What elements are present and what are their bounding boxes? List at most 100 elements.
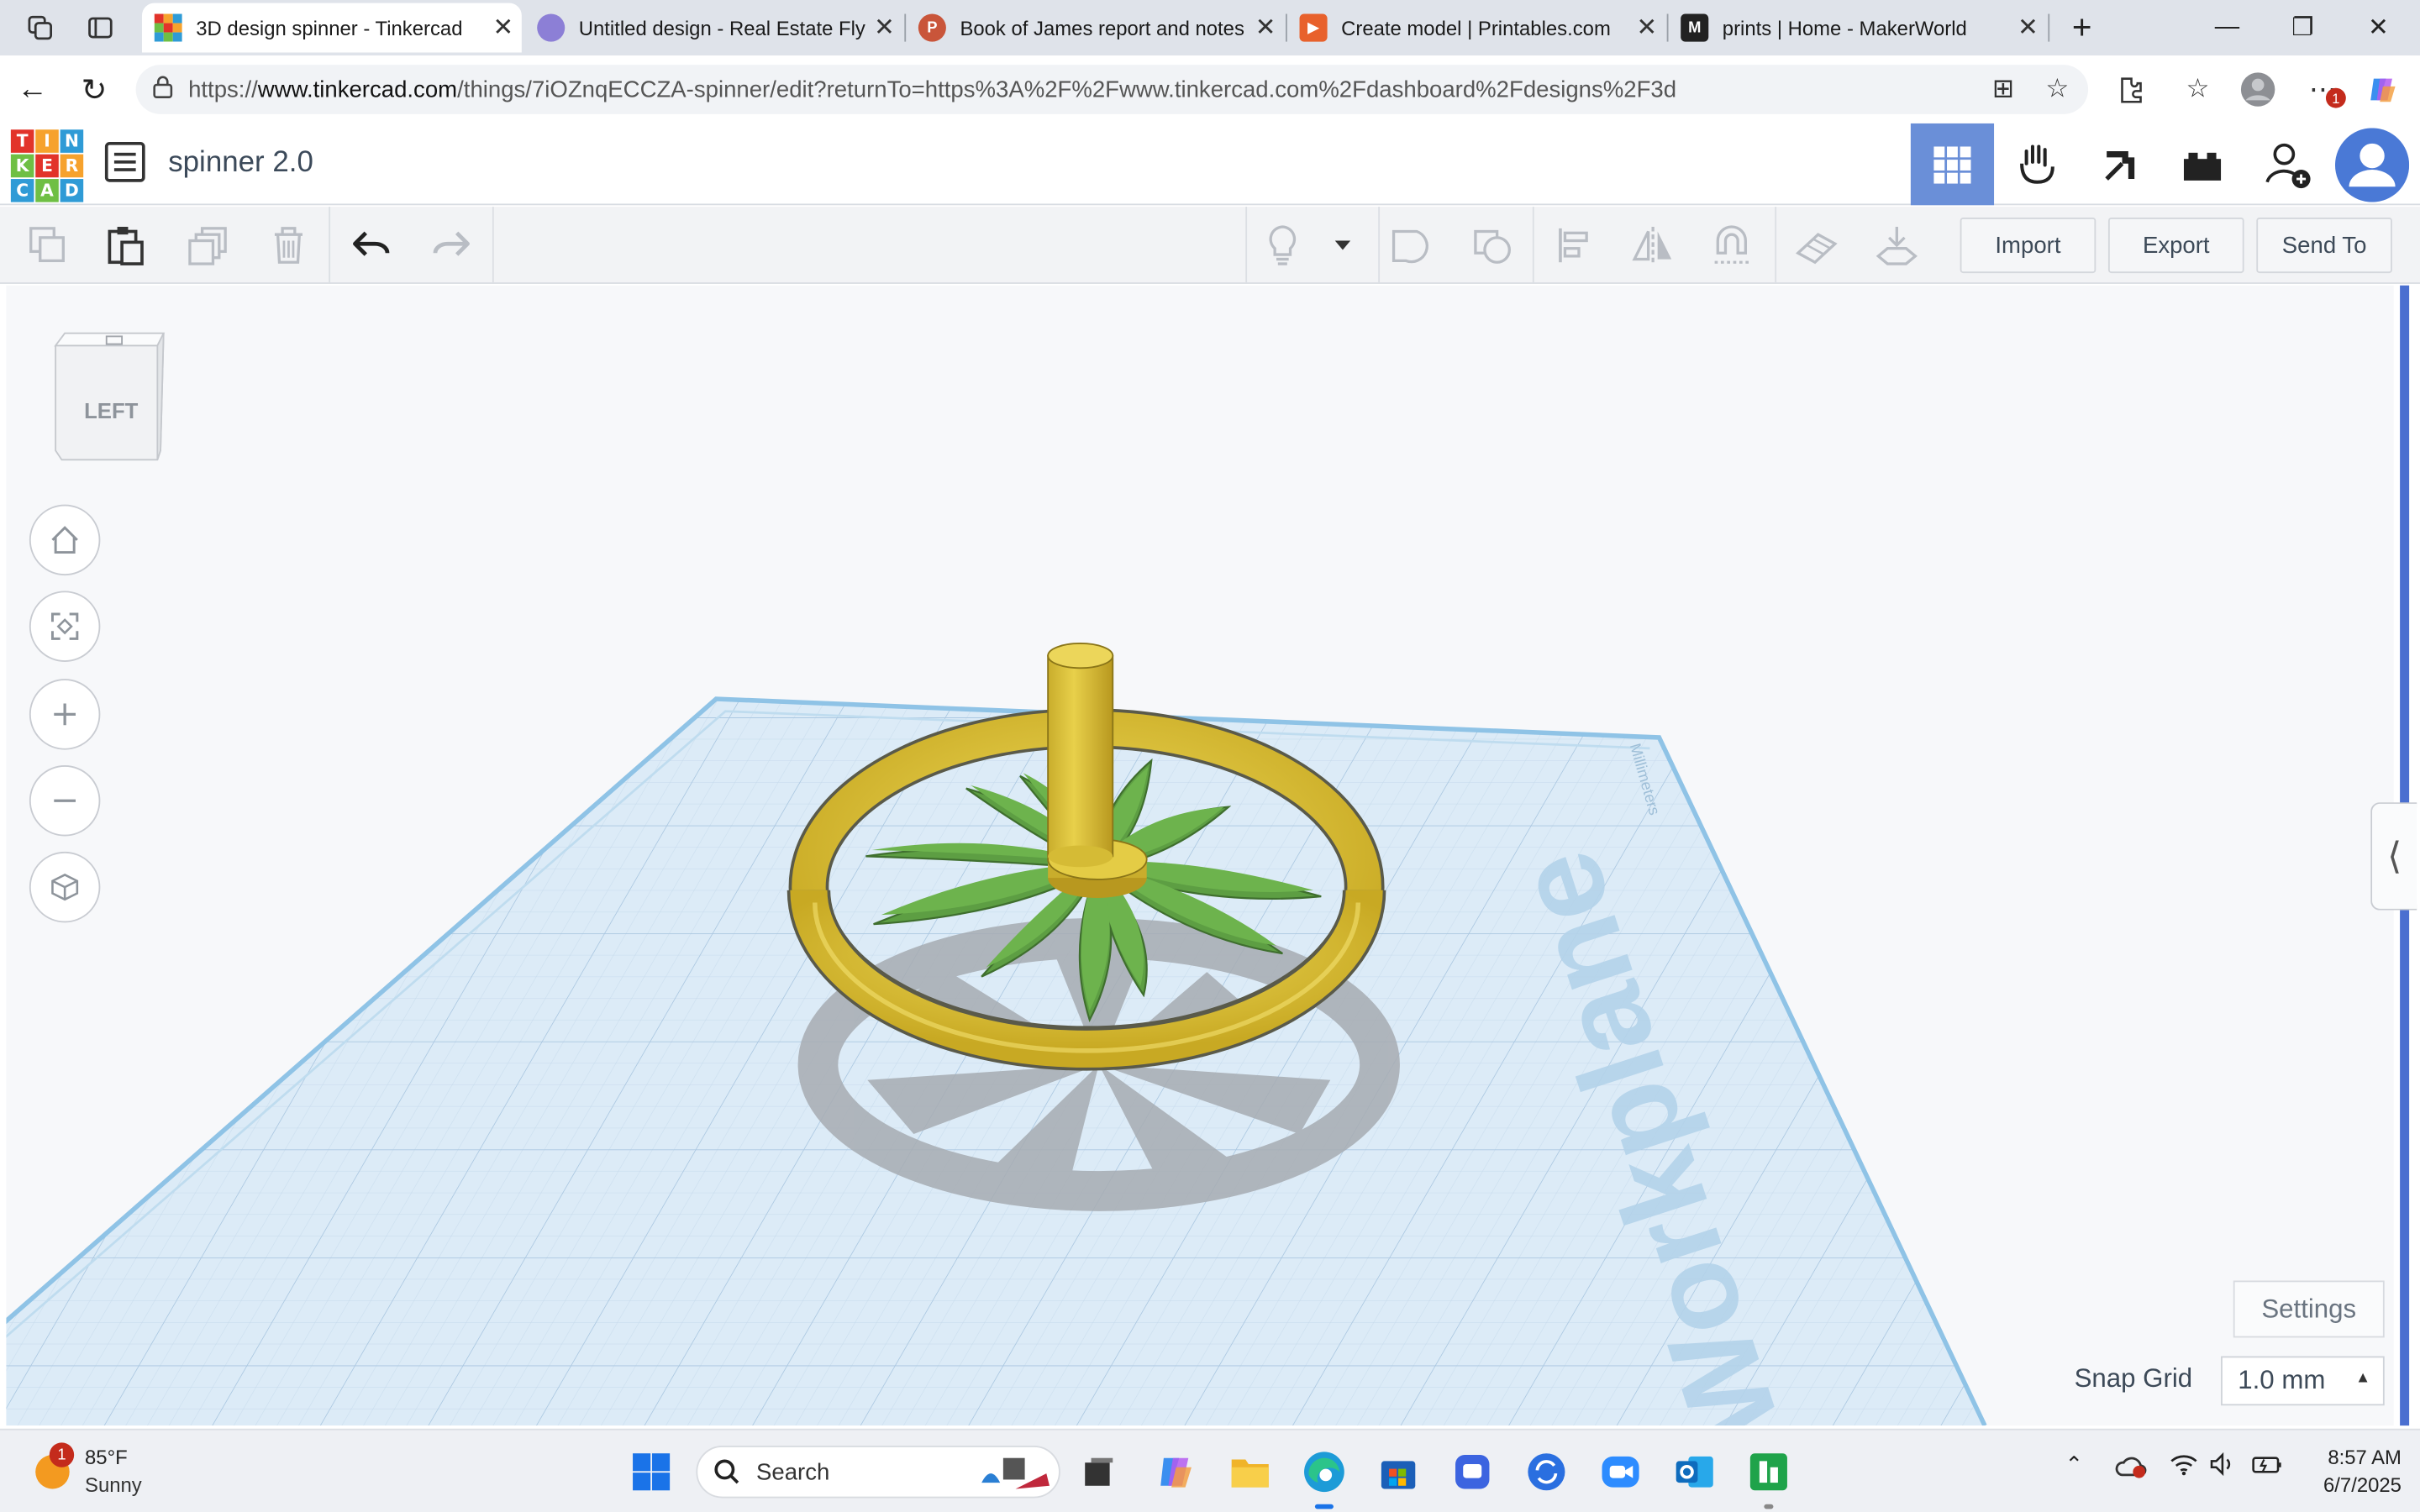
file-explorer-icon[interactable] — [1223, 1444, 1278, 1499]
view-cube-face-label: LEFT — [84, 397, 139, 423]
powerpoint-favicon: P — [918, 13, 946, 42]
tab-title: prints | Home - MakerWorld — [1722, 16, 1967, 39]
extensions-icon[interactable] — [2108, 68, 2151, 111]
task-view-icon[interactable] — [1071, 1444, 1127, 1499]
taskbar-search[interactable]: Search — [696, 1446, 1060, 1499]
zoom-out-button[interactable] — [29, 765, 101, 837]
workplane-tool-icon[interactable] — [1791, 221, 1841, 270]
favorites-icon[interactable]: ☆ — [2176, 68, 2219, 111]
settings-button[interactable]: Settings — [2233, 1280, 2385, 1338]
address-bar[interactable]: https://www.tinkercad.com/things/7iOZnqE… — [135, 65, 2089, 114]
clock-date: 6/7/2025 — [2323, 1473, 2402, 1497]
wifi-icon[interactable] — [2169, 1452, 2200, 1481]
copilot-taskbar-icon[interactable] — [1149, 1444, 1204, 1499]
windows-taskbar: 1 85°F Sunny Search ⌃ 8:57 AM 6/7/2025 — [0, 1428, 2420, 1512]
teams-chat-icon[interactable] — [1444, 1444, 1500, 1499]
3d-view-button[interactable] — [1910, 123, 1995, 206]
minimize-button[interactable]: — — [2191, 0, 2262, 55]
shapes-panel-toggle[interactable]: ⟨ — [2370, 802, 2417, 911]
back-icon[interactable]: ← — [8, 65, 57, 114]
ungroup-icon[interactable] — [1468, 221, 1518, 270]
tab-printables[interactable]: ▶ Create model | Printables.com ✕ — [1287, 3, 1665, 53]
undo-icon[interactable] — [347, 221, 397, 270]
circuits-icon[interactable] — [1996, 123, 2079, 205]
mirror-icon[interactable] — [1628, 221, 1678, 270]
close-tab-icon[interactable]: ✕ — [865, 13, 902, 44]
toolbar-divider — [492, 207, 494, 284]
group-icon[interactable] — [1386, 221, 1435, 270]
toolbar-divider — [329, 207, 331, 284]
send-to-button[interactable]: Send To — [2256, 217, 2392, 274]
align-icon[interactable] — [1549, 221, 1599, 270]
zoom-app-icon[interactable] — [1593, 1444, 1649, 1499]
paste-icon[interactable] — [100, 221, 150, 270]
export-button[interactable]: Export — [2107, 217, 2244, 274]
close-tab-icon[interactable]: ✕ — [1247, 13, 1284, 44]
new-tab-button[interactable]: + — [2047, 0, 2118, 55]
copilot-icon[interactable] — [2361, 68, 2404, 111]
zoom-in-button[interactable] — [29, 679, 101, 750]
microsoft-store-icon[interactable] — [1370, 1444, 1426, 1499]
tab-title: Book of James report and notes — [960, 16, 1244, 39]
notes-lightbulb-icon[interactable] — [1258, 221, 1307, 270]
home-view-button[interactable] — [29, 504, 101, 576]
brick-icon[interactable] — [2160, 123, 2244, 205]
active-app-indicator — [1314, 1504, 1334, 1509]
workspaces-icon[interactable] — [15, 3, 65, 53]
notes-dropdown-icon[interactable] — [1319, 221, 1365, 270]
numbers-app-icon[interactable] — [1741, 1444, 1797, 1509]
clock[interactable]: 8:57 AM 6/7/2025 — [2293, 1444, 2402, 1499]
tab-tinkercad[interactable]: 3D design spinner - Tinkercad ✕ — [141, 3, 522, 53]
profile-icon[interactable] — [2236, 68, 2279, 111]
tinkercad-logo[interactable]: TIN KER CAD — [10, 129, 84, 202]
tab-powerpoint[interactable]: P Book of James report and notes ✕ — [906, 3, 1284, 53]
close-window-button[interactable]: ✕ — [2343, 0, 2413, 55]
close-tab-icon[interactable]: ✕ — [485, 13, 522, 44]
site-info-icon[interactable] — [136, 76, 188, 103]
weather-widget[interactable]: 1 85°F Sunny — [31, 1442, 201, 1503]
logo-tile: E — [35, 154, 59, 178]
edge-icon[interactable] — [1297, 1444, 1352, 1509]
fit-view-button[interactable] — [29, 591, 101, 662]
close-tab-icon[interactable]: ✕ — [2009, 13, 2046, 44]
duplicate-icon[interactable] — [184, 221, 234, 270]
user-avatar[interactable] — [2330, 123, 2413, 205]
onedrive-icon[interactable] — [2114, 1452, 2148, 1484]
redo-icon[interactable] — [426, 221, 476, 270]
weather-desc: Sunny — [85, 1473, 142, 1497]
more-options-icon[interactable]: ⋯ 1 — [2302, 68, 2346, 111]
refresh-icon[interactable]: ↻ — [70, 65, 119, 114]
battery-icon[interactable] — [2250, 1452, 2284, 1481]
tab-makerworld[interactable]: M prints | Home - MakerWorld ✕ — [1669, 3, 2047, 53]
close-tab-icon[interactable]: ✕ — [1628, 13, 1665, 44]
delete-icon[interactable] — [264, 221, 313, 270]
minecraft-pickaxe-icon[interactable] — [2079, 123, 2162, 205]
snap-grid-select[interactable]: 1.0 mm ▲ — [2221, 1356, 2385, 1406]
sync-app-icon[interactable] — [1518, 1444, 1574, 1499]
cruise-magnet-icon[interactable] — [1707, 221, 1756, 270]
scene-canvas[interactable]: Workplane Millimeters — [6, 286, 2393, 1426]
drop-to-workplane-icon[interactable] — [1872, 221, 1922, 270]
app-available-icon[interactable]: ⊞ — [1981, 68, 2024, 111]
search-highlight-icon — [981, 1457, 1050, 1489]
view-cube[interactable]: LEFT — [50, 327, 173, 465]
design-list-icon[interactable] — [104, 141, 145, 182]
logo-tile: N — [60, 129, 84, 153]
3d-viewport[interactable]: Workplane Millimeters LEFT — [6, 285, 2394, 1426]
design-title[interactable]: spinner 2.0 — [168, 146, 313, 180]
import-button[interactable]: Import — [1960, 217, 2096, 274]
printables-favicon: ▶ — [1299, 13, 1328, 42]
favorite-star-icon[interactable]: ☆ — [2036, 68, 2079, 111]
weather-temp: 85°F — [85, 1446, 128, 1469]
restore-button[interactable]: ❐ — [2267, 0, 2338, 55]
outlook-icon[interactable] — [1667, 1444, 1723, 1499]
copy-icon[interactable] — [24, 221, 73, 270]
tab-actions-icon[interactable] — [76, 3, 125, 53]
perspective-toggle-button[interactable] — [29, 851, 101, 923]
tab-canva[interactable]: Untitled design - Real Estate Fly ✕ — [524, 3, 902, 53]
show-hidden-icons[interactable]: ⌃ — [2065, 1452, 2084, 1478]
invite-people-icon[interactable] — [2245, 123, 2328, 205]
start-icon[interactable] — [623, 1444, 679, 1499]
canva-favicon — [537, 13, 566, 42]
volume-icon[interactable] — [2208, 1452, 2236, 1481]
